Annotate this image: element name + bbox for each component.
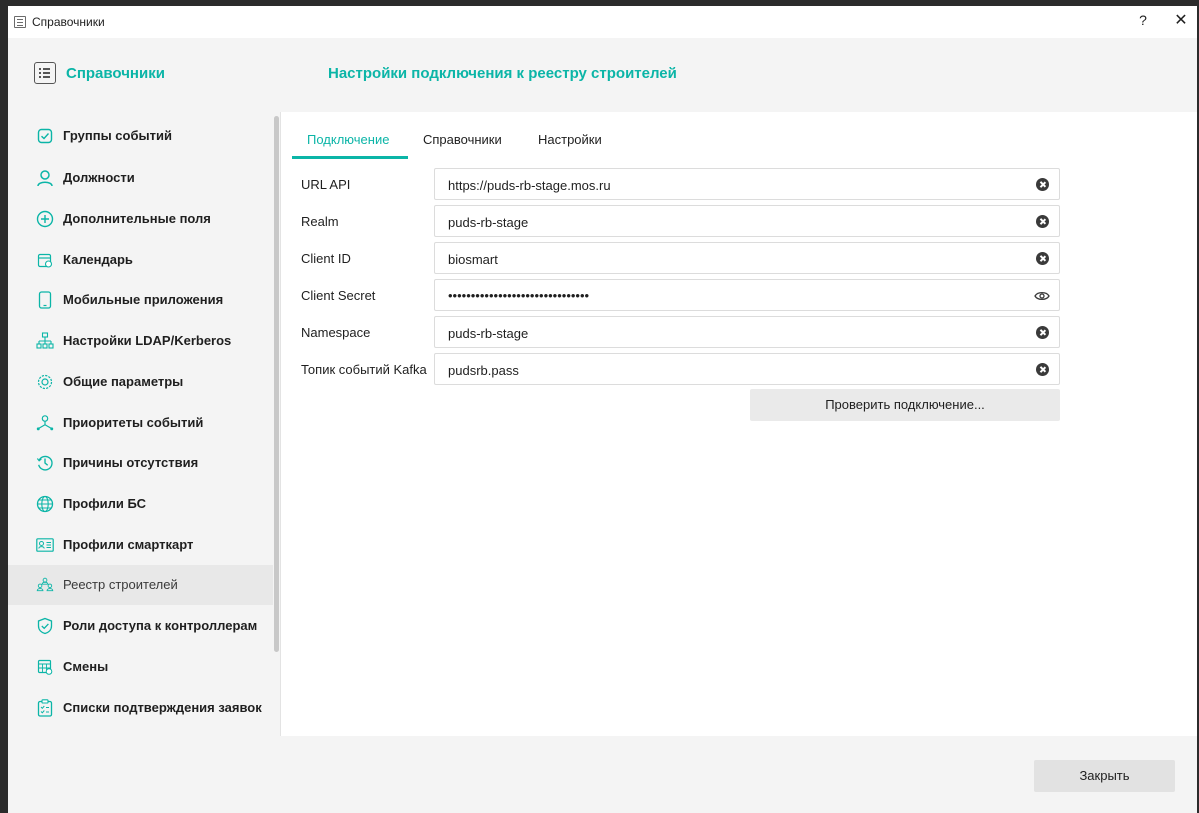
sidebar-item-smartcard-profiles[interactable]: Профили смарткарт: [8, 525, 273, 565]
form-row-kafka-topic: Топик событий Kafka pudsrb.pass: [282, 353, 1197, 385]
sidebar-item-label: Профили смарткарт: [63, 537, 194, 552]
page-title: Настройки подключения к реестру строител…: [328, 65, 677, 82]
sidebar-item-absence-reasons[interactable]: Причины отсутствия: [8, 443, 273, 483]
help-button[interactable]: ?: [1135, 12, 1151, 28]
clear-icon[interactable]: [1036, 363, 1049, 376]
clear-icon[interactable]: [1036, 326, 1049, 339]
hierarchy-icon: [36, 414, 54, 432]
network-icon: [36, 332, 54, 350]
clock-icon: [36, 454, 54, 472]
tab-settings[interactable]: Настройки: [538, 132, 602, 162]
field-label: Топик событий Kafka: [301, 362, 427, 377]
sidebar-item-general-params[interactable]: Общие параметры: [8, 362, 273, 402]
clear-icon[interactable]: [1036, 252, 1049, 265]
field-value: biosmart: [448, 252, 498, 267]
sidebar-item-label: Общие параметры: [63, 374, 184, 389]
masked-secret-value: •••••••••••••••••••••••••••••••: [448, 288, 590, 303]
builders-icon: [36, 576, 54, 594]
sidebar-item-label: Дополнительные поля: [63, 211, 211, 226]
sidebar-item-extra-fields[interactable]: Дополнительные поля: [8, 199, 273, 239]
namespace-input[interactable]: puds-rb-stage: [434, 316, 1060, 348]
shield-icon: [36, 617, 54, 635]
content-panel: Подключение Справочники Настройки URL AP…: [282, 112, 1197, 736]
gear-icon: [36, 373, 54, 391]
sidebar-item-calendar[interactable]: Календарь: [8, 240, 273, 280]
calendar-icon: [36, 251, 54, 269]
tab-directories[interactable]: Справочники: [423, 132, 502, 162]
dialog-window: Справочники ? ✕ Справочники Настройки по…: [0, 0, 1199, 813]
sidebar-item-label: Роли доступа к контроллерам: [63, 618, 258, 633]
form-row-url-api: URL API https://puds-rb-stage.mos.ru: [282, 168, 1197, 200]
field-label: URL API: [301, 177, 351, 192]
sidebar-item-label: Смены: [63, 659, 109, 674]
sidebar-item-event-priorities[interactable]: Приоритеты событий: [8, 403, 273, 443]
url-api-input[interactable]: https://puds-rb-stage.mos.ru: [434, 168, 1060, 200]
sidebar-item-label: Настройки LDAP/Kerberos: [63, 333, 232, 348]
schedule-icon: [36, 658, 54, 676]
title-bar: Справочники ? ✕: [8, 6, 1197, 38]
active-tab-indicator: [292, 156, 408, 159]
sidebar-item-ldap-kerberos[interactable]: Настройки LDAP/Kerberos: [8, 321, 273, 361]
form-row-namespace: Namespace puds-rb-stage: [282, 316, 1197, 348]
clear-icon[interactable]: [1036, 215, 1049, 228]
id-card-icon: [36, 536, 54, 554]
sidebar-item-positions[interactable]: Должности: [8, 158, 273, 198]
checkbox-icon: [36, 127, 54, 145]
sidebar: Группы событий Должности Дополнительные …: [8, 112, 281, 736]
field-value: pudsrb.pass: [448, 363, 519, 378]
window-title: Справочники: [32, 15, 105, 29]
field-label: Client ID: [301, 251, 351, 266]
sidebar-item-event-groups[interactable]: Группы событий: [8, 116, 273, 156]
sidebar-item-approval-lists[interactable]: Списки подтверждения заявок: [8, 688, 273, 728]
eye-icon[interactable]: [1034, 289, 1050, 303]
globe-icon: [36, 495, 54, 513]
close-window-button[interactable]: ✕: [1172, 12, 1190, 30]
form-row-realm: Realm puds-rb-stage: [282, 205, 1197, 237]
clear-icon[interactable]: [1036, 178, 1049, 191]
field-label: Realm: [301, 214, 339, 229]
close-button[interactable]: Закрыть: [1034, 760, 1175, 792]
list-icon: [14, 16, 26, 28]
realm-input[interactable]: puds-rb-stage: [434, 205, 1060, 237]
section-title: Справочники: [66, 65, 165, 82]
sidebar-item-mobile-apps[interactable]: Мобильные приложения: [8, 280, 273, 320]
sidebar-scrollbar[interactable]: [274, 116, 279, 652]
phone-icon: [36, 291, 54, 309]
sidebar-item-builders-registry[interactable]: Реестр строителей: [8, 565, 273, 605]
sidebar-item-label: Мобильные приложения: [63, 292, 224, 307]
clipboard-icon: [36, 699, 54, 717]
window-frame-left: [0, 0, 8, 813]
sidebar-item-label: Списки подтверждения заявок: [63, 700, 262, 715]
plus-circle-icon: [36, 210, 54, 228]
form-row-client-secret: Client Secret ••••••••••••••••••••••••••…: [282, 279, 1197, 311]
check-connection-button[interactable]: Проверить подключение...: [750, 389, 1060, 421]
sidebar-item-label: Реестр строителей: [63, 577, 178, 592]
person-icon: [36, 169, 54, 187]
header: Справочники Настройки подключения к реес…: [8, 38, 1197, 112]
sidebar-item-controller-roles[interactable]: Роли доступа к контроллерам: [8, 606, 273, 646]
field-label: Client Secret: [301, 288, 376, 303]
field-label: Namespace: [301, 325, 371, 340]
field-value: puds-rb-stage: [448, 215, 529, 230]
sidebar-item-label: Причины отсутствия: [63, 455, 199, 470]
field-value: https://puds-rb-stage.mos.ru: [448, 178, 611, 193]
sidebar-item-bs-profiles[interactable]: Профили БС: [8, 484, 273, 524]
sidebar-item-label: Приоритеты событий: [63, 415, 204, 430]
client-id-input[interactable]: biosmart: [434, 242, 1060, 274]
sidebar-item-shifts[interactable]: Смены: [8, 647, 273, 687]
footer: Закрыть: [8, 736, 1197, 813]
field-value: puds-rb-stage: [448, 326, 529, 341]
sidebar-item-label: Профили БС: [63, 496, 147, 511]
client-secret-input[interactable]: •••••••••••••••••••••••••••••••: [434, 279, 1060, 311]
sidebar-item-label: Должности: [63, 170, 135, 185]
list-icon: [34, 62, 56, 84]
sidebar-item-label: Группы событий: [63, 128, 172, 143]
kafka-topic-input[interactable]: pudsrb.pass: [434, 353, 1060, 385]
form-row-client-id: Client ID biosmart: [282, 242, 1197, 274]
sidebar-item-label: Календарь: [63, 252, 133, 267]
